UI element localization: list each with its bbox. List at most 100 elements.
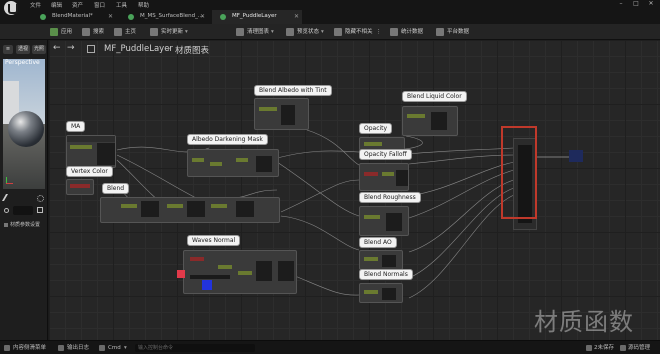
constant-color-node[interactable]	[177, 270, 185, 278]
output-log-icon	[58, 345, 64, 351]
chevron-down-icon[interactable]: ▾	[124, 344, 127, 352]
node-function-body	[382, 288, 396, 300]
node-pin-chip	[167, 204, 183, 208]
output-log-button[interactable]: 输出日志	[67, 344, 89, 352]
node-pin-chip	[259, 107, 277, 111]
comment-blend-liquid-color[interactable]: Blend Liquid Color	[402, 91, 467, 102]
home-button[interactable]: 主页	[114, 27, 136, 37]
node-blend[interactable]	[100, 197, 280, 223]
node-function-body	[187, 201, 205, 217]
preview-viewport[interactable]: Perspective	[3, 59, 45, 189]
comment-opacity[interactable]: Opacity	[359, 123, 393, 134]
node-pin-chip	[70, 145, 92, 149]
tab-close-icon[interactable]: ✕	[200, 10, 205, 23]
node-waves-normal[interactable]	[183, 250, 297, 294]
tab-label: BlendMaterial*	[52, 13, 93, 19]
stats-button[interactable]: 统计数据	[390, 27, 423, 37]
menu-help[interactable]: 帮助	[138, 1, 149, 9]
comment-blend-roughness[interactable]: Blend Roughness	[359, 192, 421, 203]
chevron-down-icon: ▾	[185, 29, 188, 35]
toolbar: 应用 搜索 主页 实时更新 ▾ 清理图表 ▾ 预览状态 ▾ 隐藏不相关 ⋮ 统计数据 …	[0, 24, 660, 40]
node-function-body	[278, 261, 294, 281]
node-function-body	[97, 143, 115, 165]
comment-opacity-falloff[interactable]: Opacity Falloff	[359, 149, 412, 160]
watermark-text: 材质函数	[534, 308, 634, 336]
node-albedo-darkening-mask[interactable]	[187, 149, 279, 177]
minimize-icon[interactable]: –	[616, 0, 626, 9]
node-opacity-falloff[interactable]	[359, 163, 409, 191]
stats-icon	[390, 28, 398, 36]
live-update-icon	[150, 28, 158, 36]
node-pin-chip	[364, 290, 378, 294]
unsaved-count[interactable]: 2未保存	[594, 344, 614, 352]
node-blend-roughness[interactable]	[359, 206, 409, 236]
menu-tools[interactable]: 工具	[116, 1, 127, 9]
comment-blend-albedo-with-tint[interactable]: Blend Albedo with Tint	[254, 85, 332, 96]
viewport-menu-icon[interactable]: ≡	[3, 45, 13, 54]
node-ma[interactable]	[66, 135, 116, 168]
comment-vertex-color[interactable]: Vertex Color	[66, 166, 113, 177]
axis-y-icon	[6, 177, 7, 183]
tab-close-icon[interactable]: ✕	[294, 10, 299, 23]
node-function-body	[382, 255, 396, 267]
tab-blendmaterial[interactable]: BlendMaterial* ✕	[32, 10, 116, 24]
lighting-button[interactable]: 光照	[32, 45, 46, 54]
node-function-body	[396, 170, 408, 186]
material-params-item[interactable]: 材质参数设置	[3, 221, 45, 229]
search-button[interactable]: 搜索	[82, 27, 104, 37]
menu-window[interactable]: 窗口	[94, 1, 105, 9]
search-icon[interactable]	[4, 208, 9, 213]
node-pin-chip	[192, 158, 204, 162]
chevron-down-icon: ▾	[271, 29, 274, 35]
hide-unrelated-button[interactable]: 隐藏不相关	[334, 27, 373, 37]
comment-albedo-darkening-mask[interactable]: Albedo Darkening Mask	[187, 134, 268, 145]
gear-icon[interactable]	[37, 195, 44, 202]
close-icon[interactable]: ✕	[646, 0, 656, 9]
material-graph[interactable]: ← → MF_PuddleLayer › 材质图表 MA Vertex Colo…	[49, 40, 660, 340]
details-search-input[interactable]	[13, 206, 33, 215]
tab-close-icon[interactable]: ✕	[108, 10, 113, 23]
node-header	[67, 136, 115, 142]
node-function-body	[281, 105, 295, 125]
save-icon	[586, 345, 592, 351]
menu-asset[interactable]: 资产	[72, 1, 83, 9]
live-update-button[interactable]: 实时更新 ▾	[150, 27, 188, 37]
comment-blend-normals[interactable]: Blend Normals	[359, 269, 413, 280]
source-control-button[interactable]: 源码管理	[628, 344, 650, 352]
menu-bar: 文件 编辑 资产 窗口 工具 帮助 – □ ✕	[0, 0, 660, 15]
unreal-logo-icon[interactable]	[4, 1, 18, 15]
comment-blend-ao[interactable]: Blend AO	[359, 237, 397, 248]
node-pin-chip	[190, 275, 230, 279]
menu-file[interactable]: 文件	[30, 1, 41, 9]
comment-blend[interactable]: Blend	[102, 183, 130, 194]
more-options-icon[interactable]: ⋮	[376, 27, 382, 37]
node-pin-chip	[407, 114, 425, 118]
brush-icon[interactable]	[1, 194, 14, 201]
tab-surfaceblend[interactable]: M_MS_SurfaceBlend_... ✕	[120, 10, 208, 24]
tab-puddlelayer[interactable]: MF_PuddleLayer ✕	[212, 10, 302, 24]
result-output-node[interactable]	[569, 150, 583, 162]
cmd-selector[interactable]: Cmd	[108, 344, 121, 352]
grid-view-icon[interactable]	[37, 207, 43, 213]
preview-state-icon	[286, 28, 294, 36]
cmd-icon	[99, 345, 105, 351]
comment-ma[interactable]: MA	[66, 121, 86, 132]
node-pin-chip	[364, 215, 380, 219]
apply-button[interactable]: 应用	[50, 27, 72, 37]
menu-edit[interactable]: 编辑	[51, 1, 62, 9]
maximize-icon[interactable]: □	[631, 0, 641, 9]
preview-state-button[interactable]: 预览状态 ▾	[286, 27, 324, 37]
node-vertex-color[interactable]	[66, 179, 94, 195]
platform-stats-button[interactable]: 平台数据	[436, 27, 469, 37]
content-drawer-button[interactable]: 内容侧滑菜单	[13, 344, 46, 352]
console-command-input[interactable]: 输入控制台命令	[135, 344, 255, 352]
node-blend-albedo-with-tint[interactable]	[254, 98, 309, 130]
texture-preview-node[interactable]	[202, 280, 212, 290]
comment-waves-normal[interactable]: Waves Normal	[187, 235, 241, 246]
perspective-button[interactable]: 透视	[16, 45, 30, 54]
node-blend-liquid-color[interactable]	[402, 106, 458, 136]
clean-graph-button[interactable]: 清理图表 ▾	[236, 27, 274, 37]
node-blend-ao[interactable]	[359, 250, 403, 270]
node-blend-normals[interactable]	[359, 283, 403, 303]
home-icon	[114, 28, 122, 36]
